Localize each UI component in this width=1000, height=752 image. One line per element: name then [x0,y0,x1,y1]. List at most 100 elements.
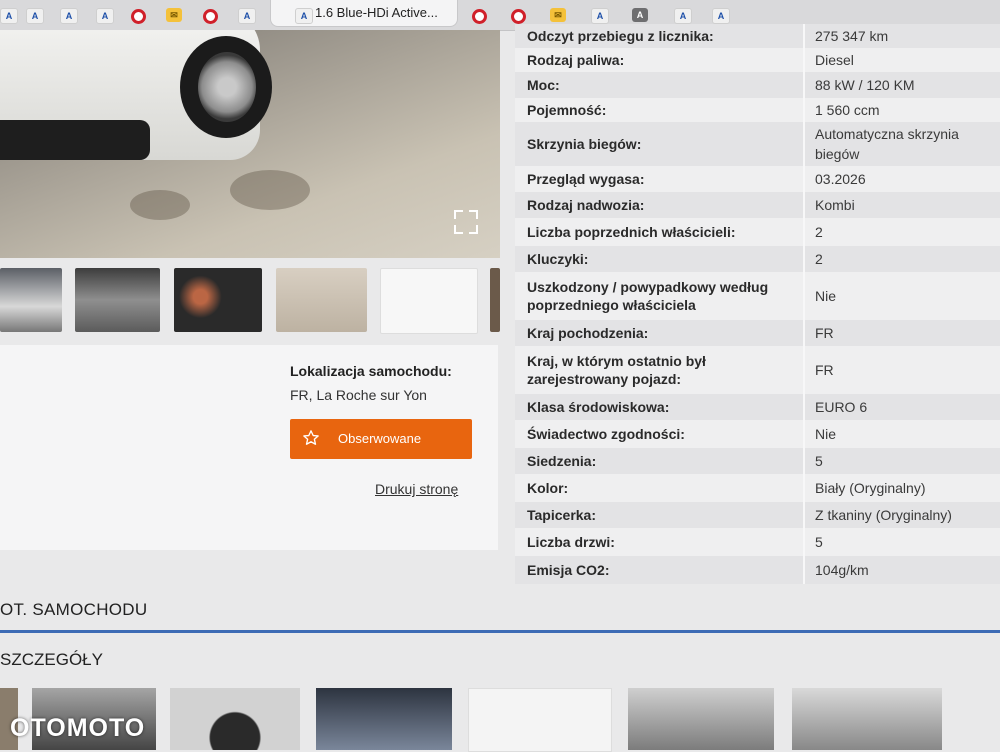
spec-separator [803,346,805,394]
spec-separator [803,72,805,98]
spec-value: Automatyczna skrzynia biegów [815,126,959,162]
spec-key: Liczba poprzednich właścicieli: [527,224,736,240]
spec-separator [803,474,805,502]
tab-favicon-icon[interactable] [203,9,218,24]
spec-row: Liczba drzwi: 5 [515,528,1000,556]
active-tab[interactable]: A 1.6 Blue-HDi Active... [270,0,458,27]
spec-value: 2 [815,224,823,240]
spec-key: Tapicerka: [527,507,596,523]
spec-separator [803,122,805,166]
spec-key: Siedzenia: [527,453,597,469]
spec-row: Rodzaj paliwa: Diesel [515,48,1000,72]
star-icon [303,430,319,445]
thumbnail[interactable] [468,688,612,752]
spec-key: Kraj pochodzenia: [527,325,649,341]
thumbnail[interactable] [792,688,942,750]
spec-row: Klasa środowiskowa: EURO 6 [515,394,1000,420]
tab-favicon-icon[interactable]: A [238,8,256,24]
tab-favicon-icon[interactable] [511,9,526,24]
spec-row: Rodzaj nadwozia: Kombi [515,192,1000,218]
spec-separator [803,272,805,320]
fullscreen-icon[interactable] [454,210,478,234]
spec-separator [803,320,805,346]
spec-row: Kraj, w którym ostatnio był zarejestrowa… [515,346,1000,394]
location-label: Lokalizacja samochodu: [290,363,452,379]
mail-tab-icon[interactable]: ✉ [166,8,182,22]
spec-separator [803,502,805,528]
tab-favicon-icon[interactable]: A [674,8,692,24]
spec-row: Skrzynia biegów: Automatyczna skrzynia bi… [515,122,1000,166]
thumbnail[interactable] [170,688,300,750]
spec-key: Rodzaj nadwozia: [527,197,645,213]
spec-value: EURO 6 [815,399,868,415]
spec-row: Kolor: Biały (Oryginalny) [515,474,1000,502]
spec-value: 5 [815,534,823,550]
spec-value: 2 [815,251,823,267]
spec-value: Z tkaniny (Oryginalny) [815,507,952,523]
location-value: FR, La Roche sur Yon [290,387,427,403]
spec-separator [803,24,805,48]
main-car-photo[interactable] [0,30,500,258]
spec-value: Nie [815,426,837,442]
tab-favicon-icon[interactable]: A [96,8,114,24]
specs-table: Odczyt przebiegu z licznika: 275 347 km Ro… [515,24,1000,584]
tab-favicon-icon[interactable]: A [0,8,18,24]
active-tab-title: 1.6 Blue-HDi Active... [315,5,438,20]
subsection-title: SZCZEGÓŁY [0,650,103,669]
mail-tab-icon[interactable]: ✉ [550,8,566,22]
spec-key: Skrzynia biegów: [527,136,642,152]
spec-separator [803,528,805,556]
spec-row: Emisja CO2: 104g/km [515,556,1000,584]
thumbnail[interactable] [75,268,160,332]
thumbnail[interactable] [316,688,452,750]
spec-key: Liczba drzwi: [527,534,615,550]
spec-key: Emisja CO2: [527,562,610,578]
tab-favicon-icon[interactable]: A [60,8,78,24]
thumbnail[interactable] [490,268,500,332]
detail-thumbnails [0,680,1000,752]
spec-key: Odczyt przebiegu z licznika: [527,28,714,44]
spec-row: Tapicerka: Z tkaniny (Oryginalny) [515,502,1000,528]
spec-value: 104g/km [815,562,869,578]
spec-key: Kluczyki: [527,251,589,267]
thumbnail[interactable] [628,688,774,750]
spec-row: Uszkodzony / powypadkowy według poprzedn… [515,272,1000,320]
spec-value: 275 347 km [815,28,889,44]
spec-value: 88 kW / 120 KM [815,77,915,93]
spec-row: Pojemność: 1 560 ccm [515,98,1000,122]
spec-separator [803,246,805,272]
observe-button-label: Obserwowane [338,431,422,446]
spec-row: Liczba poprzednich właścicieli: 2 [515,218,1000,246]
tab-favicon-icon[interactable]: A [26,8,44,24]
car-grille-shape [0,120,150,160]
spec-separator [803,98,805,122]
spec-separator [803,394,805,420]
thumbnail[interactable] [174,268,262,332]
tab-favicon-icon[interactable]: A [632,8,648,22]
spec-value: Diesel [815,52,854,68]
tab-favicon-icon[interactable]: A [712,8,730,24]
floor-stain [230,170,310,210]
spec-value: 1 560 ccm [815,102,880,118]
tab-favicon-icon[interactable] [472,9,487,24]
spec-separator [803,218,805,246]
spec-row: Moc: 88 kW / 120 KM [515,72,1000,98]
spec-key: Pojemność: [527,102,607,118]
photo-thumbnails [0,264,500,336]
spec-row: Kluczyki: 2 [515,246,1000,272]
car-rim-shape [198,52,256,122]
spec-value: 5 [815,453,823,469]
tab-favicon-icon[interactable] [131,9,146,24]
spec-key: Świadectwo zgodności: [527,426,685,442]
spec-separator [803,166,805,192]
spec-value: 03.2026 [815,171,866,187]
print-page-link[interactable]: Drukuj stronę [375,481,458,497]
floor-stain [130,190,190,220]
spec-separator [803,556,805,584]
thumbnail[interactable] [380,268,478,334]
tab-favicon-icon[interactable]: A [591,8,609,24]
spec-key: Rodzaj paliwa: [527,52,625,68]
thumbnail[interactable] [0,268,62,332]
observe-button[interactable]: Obserwowane [290,419,472,459]
thumbnail[interactable] [276,268,367,332]
